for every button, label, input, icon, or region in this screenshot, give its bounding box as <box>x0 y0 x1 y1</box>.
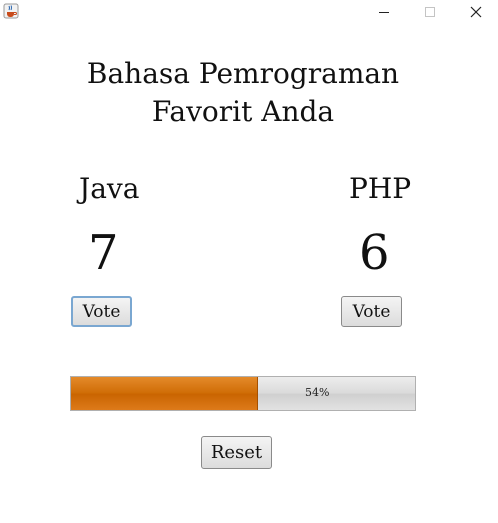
java-vote-button[interactable]: Vote <box>71 296 132 327</box>
title-line-1: Bahasa Pemrograman <box>86 57 400 90</box>
close-icon <box>470 6 482 18</box>
vote-progress-bar: 54% <box>70 376 416 411</box>
progress-percent-text: 54% <box>305 386 330 399</box>
reset-button[interactable]: Reset <box>201 436 272 469</box>
maximize-icon <box>425 7 435 17</box>
java-cup-icon[interactable] <box>3 3 19 19</box>
minimize-icon <box>379 12 389 13</box>
title-line-2: Favorit Anda <box>151 95 335 128</box>
java-label: Java <box>79 172 140 205</box>
title-bar <box>0 0 498 24</box>
progress-fill <box>71 377 258 410</box>
maximize-button[interactable] <box>408 0 452 24</box>
close-button[interactable] <box>454 0 498 24</box>
java-vote-count: 7 <box>88 225 119 281</box>
php-label: PHP <box>349 172 412 205</box>
php-vote-button[interactable]: Vote <box>341 296 402 327</box>
php-vote-count: 6 <box>359 225 390 281</box>
minimize-button[interactable] <box>362 0 406 24</box>
page-title: Bahasa Pemrograman Favorit Anda <box>40 55 446 131</box>
